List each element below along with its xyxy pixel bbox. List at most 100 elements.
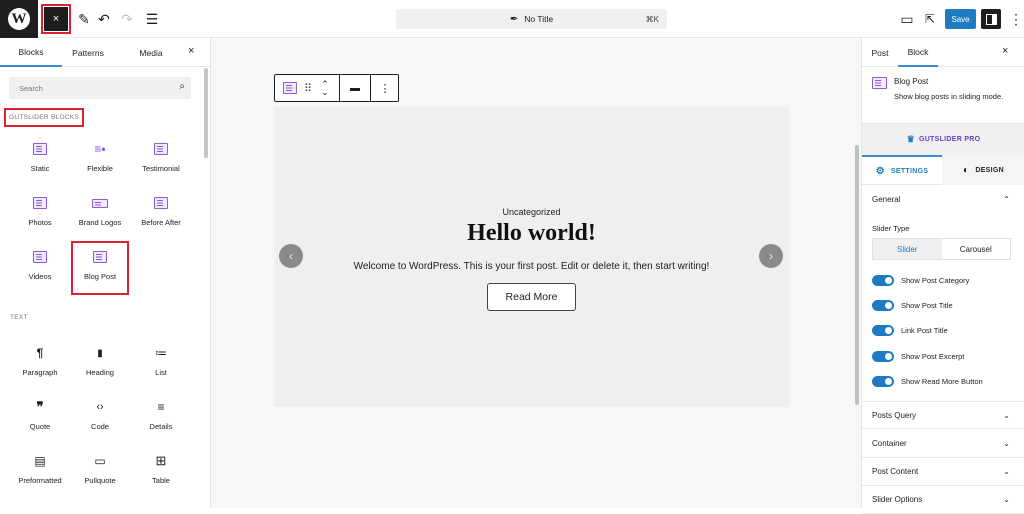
toggle-switch[interactable] (872, 274, 894, 286)
toggle-link-post-title[interactable]: Link Post Title (872, 323, 948, 337)
block-item-flexible[interactable]: ≡• Flexible (70, 138, 130, 186)
next-slide-button[interactable]: › (759, 244, 783, 268)
panel-posts-query[interactable]: Posts Query ⌄ (862, 401, 1024, 429)
tab-settings[interactable]: ⚙ SETTINGS (862, 155, 942, 185)
block-item-quote[interactable]: ❞ Quote (10, 396, 70, 444)
post-title[interactable]: Hello world! (274, 220, 789, 247)
block-item-list[interactable]: ≔ List (131, 342, 191, 390)
block-item-code[interactable]: ‹› Code (70, 396, 130, 444)
command-palette-bar[interactable]: ✒ No Title ⌘K (396, 9, 667, 29)
align-button[interactable]: ▬ (340, 75, 370, 101)
block-item-photos[interactable]: Photos (10, 192, 70, 240)
flexible-slider-icon: ≡• (94, 142, 106, 156)
block-item-videos[interactable]: Videos (10, 246, 70, 294)
tab-media[interactable]: Media (127, 38, 175, 67)
block-item-static[interactable]: Static (10, 138, 70, 186)
drag-handle[interactable]: ⠿ (301, 75, 315, 101)
block-item-blog-post[interactable]: Blog Post (71, 241, 129, 295)
block-toolbar: ⠿ ⌃ ⌄ ▬ ⋮ (274, 74, 399, 102)
block-label: Blog Post (83, 272, 117, 281)
toggle-switch[interactable] (872, 324, 894, 336)
prev-slide-button[interactable]: ‹ (279, 244, 303, 268)
block-item-pullquote[interactable]: ▭ Pullquote (70, 450, 130, 498)
panel-title: Post Content (872, 467, 919, 476)
device-preview-button[interactable]: ▭ (897, 9, 917, 29)
design-label: DESIGN (975, 166, 1004, 174)
category-text: TEXT (10, 314, 28, 321)
post-category[interactable]: Uncategorized (274, 207, 789, 217)
testimonial-icon (154, 143, 168, 155)
toggle-label: Show Post Excerpt (901, 351, 965, 361)
block-item-before-after[interactable]: Before After (131, 192, 191, 240)
panel-post-content[interactable]: Post Content ⌄ (862, 458, 1024, 486)
editor-top-bar: W × ✎ ↶ ↷ ☰ ✒ No Title ⌘K ▭ ⇱ Save ⋮ (0, 0, 1024, 38)
crown-icon: ♛ (906, 134, 915, 144)
tab-patterns[interactable]: Patterns (62, 38, 114, 67)
code-icon: ‹› (96, 401, 104, 413)
close-sidebar-button[interactable]: × (1002, 45, 1008, 57)
redo-button[interactable]: ↷ (117, 9, 137, 29)
canvas-scrollbar[interactable] (855, 145, 859, 405)
gutslider-pro-banner[interactable]: ♛ GUTSLIDER PRO (862, 124, 1024, 155)
view-post-button[interactable]: ⇱ (920, 9, 940, 29)
close-block-inserter-button[interactable]: × (41, 4, 71, 34)
toggle-show-post-title[interactable]: Show Post Title (872, 298, 953, 312)
tab-block[interactable]: Block (898, 38, 938, 67)
block-label: Details (149, 422, 173, 431)
block-label: Code (91, 422, 109, 431)
block-item-testimonial[interactable]: Testimonial (131, 138, 191, 186)
panel-title: Posts Query (872, 410, 917, 420)
inserter-scrollbar[interactable] (204, 68, 208, 158)
slider-type-carousel[interactable]: Carousel (942, 239, 1011, 259)
block-item-heading[interactable]: ▮ Heading (70, 342, 130, 390)
toggle-show-post-excerpt[interactable]: Show Post Excerpt (872, 349, 964, 363)
options-menu-button[interactable]: ⋮ (1006, 9, 1024, 29)
block-item-paragraph[interactable]: ¶ Paragraph (10, 342, 70, 390)
read-more-button[interactable]: Read More (487, 283, 576, 311)
settings-sidebar-toggle[interactable] (981, 9, 1001, 29)
toggle-show-post-category[interactable]: Show Post Category (872, 273, 969, 287)
block-label: Videos (28, 272, 52, 281)
chevron-down-icon: ⌄ (1003, 410, 1010, 420)
chevron-up-icon: ⌃ (1003, 194, 1010, 204)
keyboard-shortcut: ⌘K (645, 14, 659, 24)
block-type-button[interactable] (279, 75, 301, 101)
move-block-buttons[interactable]: ⌃ ⌄ (317, 75, 333, 101)
toggle-switch[interactable] (872, 375, 894, 387)
panel-general-header[interactable]: General ⌃ (862, 185, 1024, 213)
tab-blocks[interactable]: Blocks (0, 38, 62, 67)
block-item-preformatted[interactable]: ▤ Preformatted (10, 450, 70, 498)
save-button[interactable]: Save (945, 9, 976, 29)
settings-sidebar: Post Block × Blog Post Show blog posts i… (861, 38, 1024, 514)
tab-post[interactable]: Post (862, 38, 898, 67)
panel-slider-options[interactable]: Slider Options ⌄ (862, 486, 1024, 514)
undo-button[interactable]: ↶ (94, 9, 114, 29)
chevron-down-icon: ⌄ (1003, 495, 1010, 504)
toggle-label: Link Post Title (901, 325, 948, 335)
toggle-switch[interactable] (872, 299, 894, 311)
block-item-table[interactable]: ⊞ Table (131, 450, 191, 498)
panel-container[interactable]: Container ⌄ (862, 430, 1024, 458)
slider-type-control: Slider Carousel (872, 238, 1011, 260)
chevron-down-icon[interactable]: ⌄ (321, 88, 329, 97)
slider-type-slider[interactable]: Slider (873, 239, 942, 259)
block-label: Heading (86, 368, 114, 377)
blog-post-slider[interactable]: Uncategorized Hello world! Welcome to Wo… (274, 107, 789, 407)
block-options-button[interactable]: ⋮ (371, 75, 399, 101)
list-icon: ≔ (155, 346, 167, 360)
toggle-switch[interactable] (872, 350, 894, 362)
block-card-title: Blog Post (894, 77, 929, 86)
block-search-input[interactable]: Search ⌕ (9, 77, 191, 99)
toggle-show-read-more-button[interactable]: Show Read More Button (872, 374, 983, 388)
document-overview-button[interactable]: ☰ (142, 9, 162, 29)
wordpress-logo-button[interactable]: W (0, 0, 38, 38)
block-item-brand-logos[interactable]: Brand Logos (70, 192, 130, 240)
tools-button[interactable]: ✎ (74, 9, 94, 29)
close-inserter-button[interactable]: × (188, 45, 194, 57)
close-icon: × (188, 45, 195, 57)
block-item-details[interactable]: ≡ Details (131, 396, 191, 444)
more-vertical-icon: ⋮ (1009, 10, 1023, 27)
wordpress-logo-icon: W (8, 8, 30, 30)
tab-design[interactable]: ◐ DESIGN (942, 155, 1024, 185)
video-icon (33, 251, 47, 263)
